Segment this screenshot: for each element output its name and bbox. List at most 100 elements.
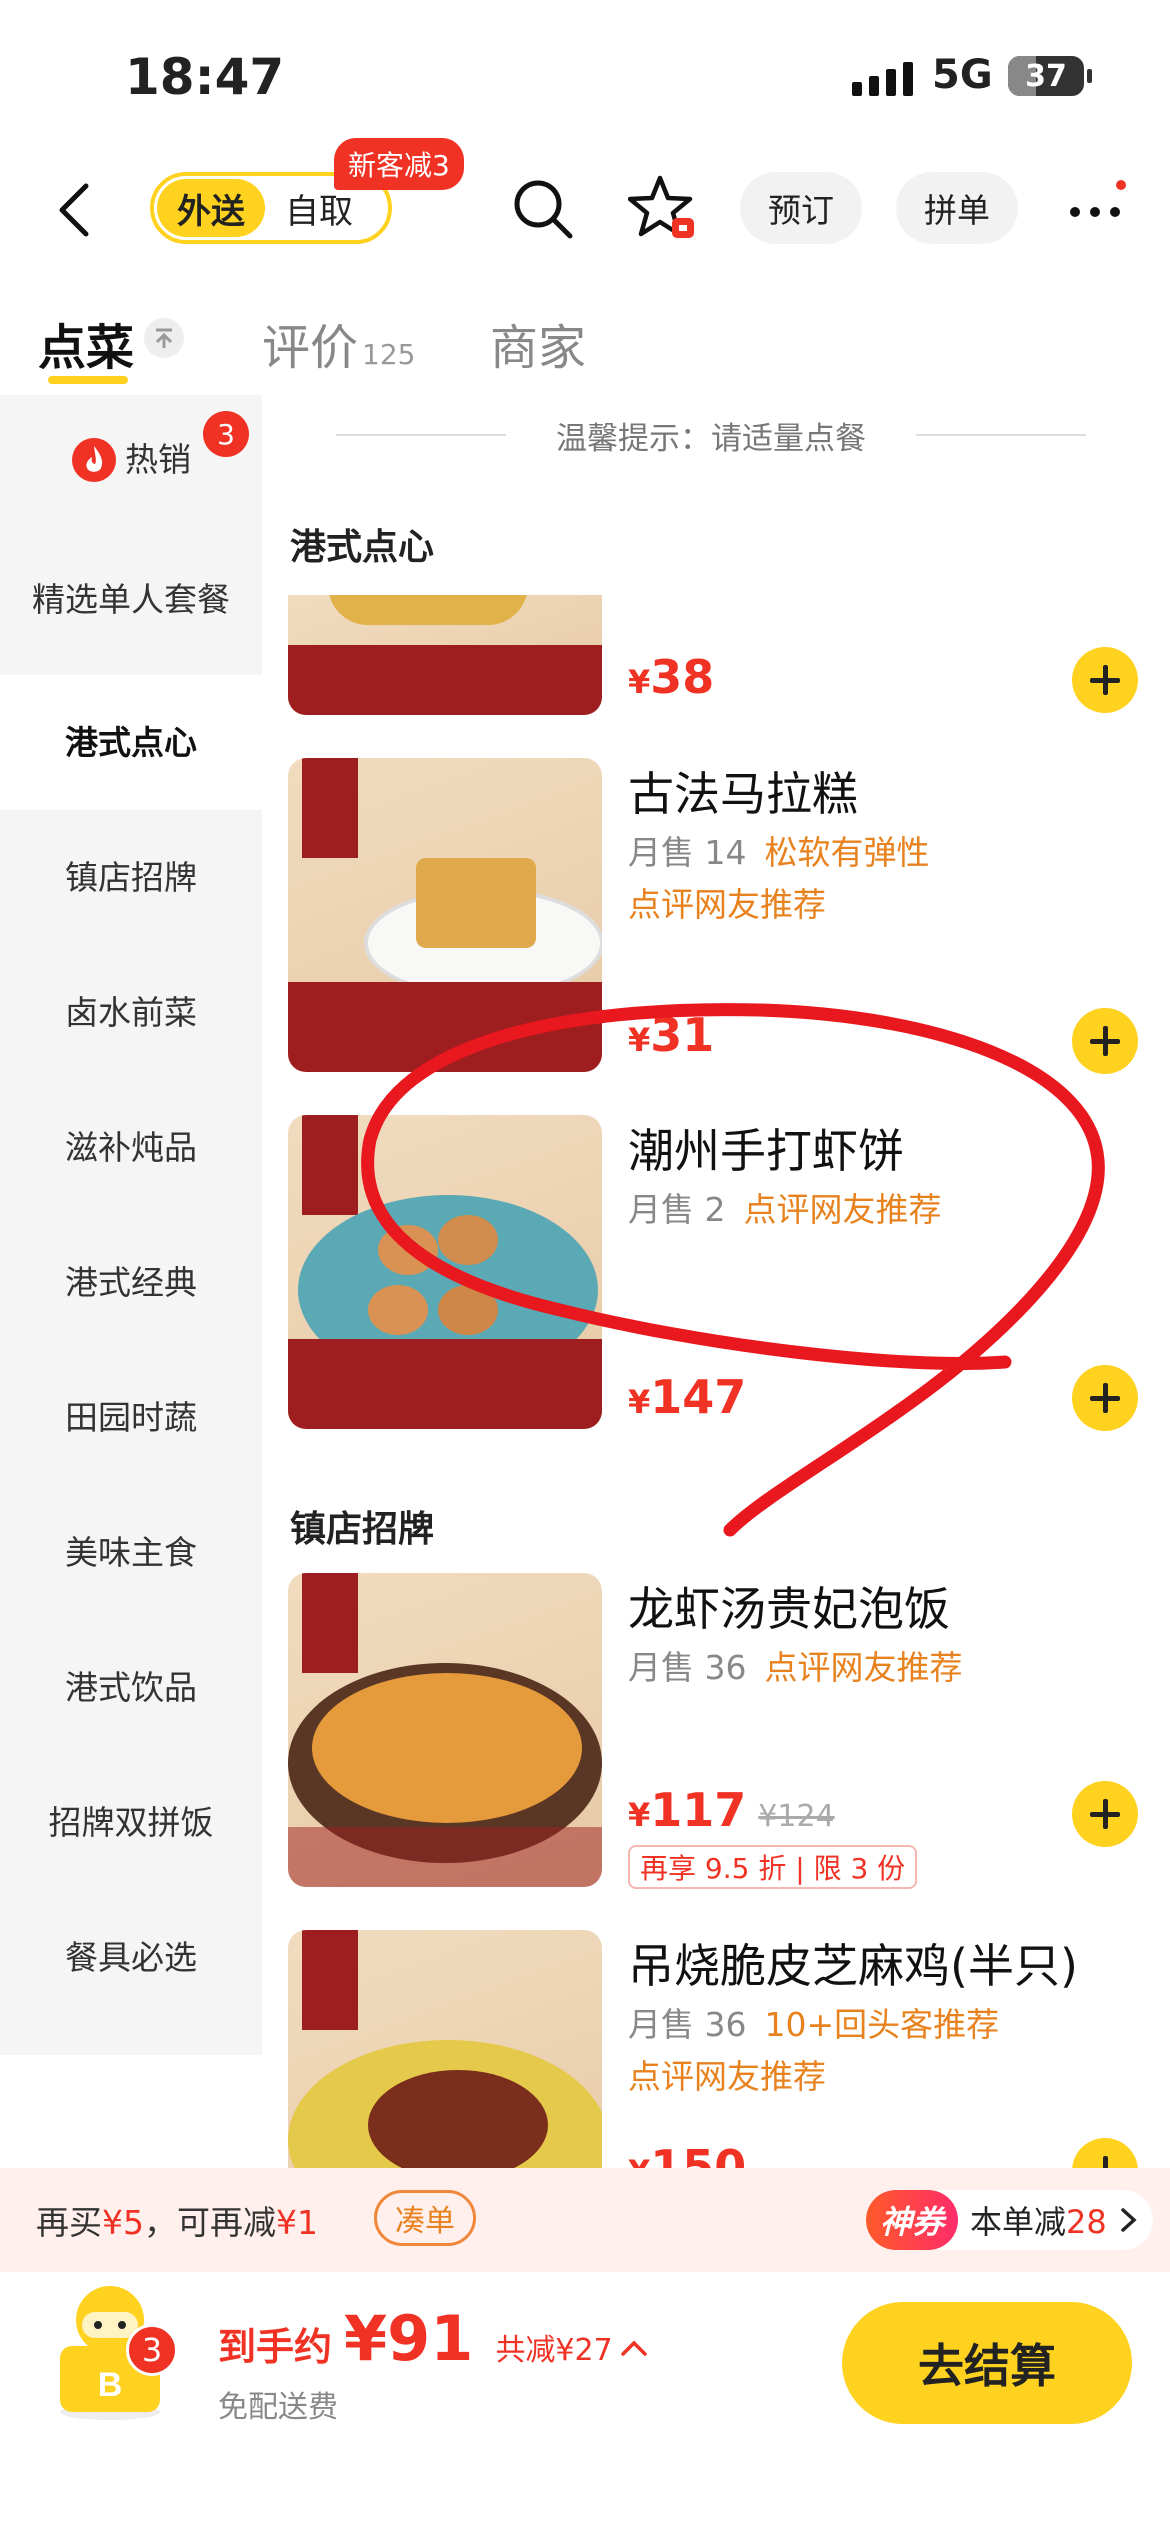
promo-text: 再买¥5，可再减¥1 xyxy=(36,2196,318,2244)
flame-icon xyxy=(72,438,116,482)
sidebar-item-braised[interactable]: 卤水前菜 xyxy=(0,945,262,1080)
status-bar: 18:47 5G 37 xyxy=(0,0,1170,150)
dish-item[interactable]: 龙虾汤贵妃泡饭 月售 36 点评网友推荐 ¥117 ¥124 再享 9.5 折 | … xyxy=(288,1573,1148,1889)
dish-name: 潮州手打虾饼 xyxy=(628,1124,904,1178)
dish-price: ¥150 xyxy=(628,2140,746,2168)
sidebar-item-label: 港式饮品 xyxy=(65,1667,197,1707)
sidebar-item-label: 镇店招牌 xyxy=(65,857,197,897)
price-value: 31 xyxy=(650,1008,715,1062)
sidebar-item-label: 美味主食 xyxy=(65,1532,197,1572)
coupon-text: 本单减28 xyxy=(958,2197,1117,2243)
network-type: 5G xyxy=(932,52,993,98)
total-price: 到手约 ¥91 共减¥27 xyxy=(218,2302,649,2375)
mode-delivery[interactable]: 外送 xyxy=(157,179,265,237)
delivery-fee: 免配送费 xyxy=(218,2390,338,2425)
sidebar-item-label: 港式点心 xyxy=(65,722,197,762)
dish-item[interactable]: 吊烧脆皮芝麻鸡(半只) 月售 36 10+回头客推荐 点评网友推荐 ¥150 xyxy=(288,1930,1148,2168)
sidebar-item-label: 田园时蔬 xyxy=(65,1397,197,1437)
sidebar-item-drinks[interactable]: 港式饮品 xyxy=(0,1620,262,1755)
search-icon xyxy=(514,180,573,239)
sidebar-item-staples[interactable]: 美味主食 xyxy=(0,1485,262,1620)
back-button[interactable] xyxy=(52,182,98,238)
sidebar-item-single-set[interactable]: 精选单人套餐 xyxy=(0,525,262,675)
dish-item[interactable]: 古法马拉糕 月售 14 松软有弹性 点评网友推荐 ¥31 xyxy=(288,758,1148,1074)
dish-price: ¥117 ¥124 xyxy=(628,1783,835,1837)
promo-amount-off: ¥1 xyxy=(276,2203,318,2242)
price-value: 117 xyxy=(650,1783,747,1837)
sidebar-item-label: 卤水前菜 xyxy=(65,992,197,1032)
currency: ¥ xyxy=(628,2153,650,2168)
price-value: 150 xyxy=(650,2140,747,2168)
dish-tag: 点评网友推荐 xyxy=(764,1648,963,1687)
star-icon xyxy=(627,175,694,238)
add-button[interactable] xyxy=(1072,2138,1138,2168)
dish-image xyxy=(288,1930,602,2168)
coupon-amount: 28 xyxy=(1066,2203,1107,2241)
chevron-up-icon[interactable] xyxy=(619,2336,649,2360)
dish-meta: 月售 36 点评网友推荐 xyxy=(628,1641,962,1689)
dish-image xyxy=(288,758,602,1072)
dish-tag: 点评网友推荐 xyxy=(743,1190,942,1229)
coupon-chip[interactable]: 神券 本单减28 xyxy=(866,2190,1153,2250)
add-on-order-button[interactable]: 凑单 xyxy=(374,2190,476,2246)
checkout-button[interactable]: 去结算 xyxy=(842,2302,1132,2424)
sidebar-badge: 3 xyxy=(203,411,249,457)
sidebar-item-dim-sum[interactable]: 港式点心 xyxy=(0,675,262,810)
add-button[interactable] xyxy=(1072,647,1138,713)
sidebar-item-hot[interactable]: 热销 3 xyxy=(0,395,262,525)
notification-dot xyxy=(1116,180,1126,190)
dish-tag: 10+回头客推荐 xyxy=(764,2005,1000,2044)
sidebar-item-label: 招牌双拼饭 xyxy=(48,1802,214,1842)
dish-item[interactable]: ¥38 xyxy=(288,595,1148,715)
chevron-right-icon xyxy=(1121,2208,1137,2232)
sidebar-item-signature[interactable]: 镇店招牌 xyxy=(0,810,262,945)
sidebar-item-double-rice[interactable]: 招牌双拼饭 xyxy=(0,1755,262,1890)
total-discount[interactable]: 共减¥27 xyxy=(495,2325,612,2369)
price-value: 147 xyxy=(650,1370,747,1424)
status-time: 18:47 xyxy=(125,48,285,106)
discount-tag: 再享 9.5 折 | 限 3 份 xyxy=(628,1845,918,1889)
dish-item[interactable]: 潮州手打虾饼 月售 2 点评网友推荐 ¥147 xyxy=(288,1115,1148,1431)
more-button[interactable] xyxy=(1062,178,1132,238)
add-button[interactable] xyxy=(1072,1781,1138,1847)
sidebar-item-vegetables[interactable]: 田园时蔬 xyxy=(0,1350,262,1485)
cart-count-badge: 3 xyxy=(126,2324,178,2376)
dish-image xyxy=(288,595,602,715)
collapse-icon[interactable] xyxy=(144,318,184,358)
monthly-sales: 月售 36 xyxy=(628,1648,747,1687)
tab-merchant[interactable]: 商家 xyxy=(490,308,586,378)
promo-mid: ，可再减 xyxy=(144,2203,276,2242)
nav-bar: 外送 自取 新客减3 预订 拼单 xyxy=(0,138,1170,270)
sidebar-item-tableware[interactable]: 餐具必选 xyxy=(0,1890,262,2025)
currency: ¥ xyxy=(628,1796,651,1834)
add-button[interactable] xyxy=(1072,1008,1138,1074)
dish-recommend: 点评网友推荐 xyxy=(628,885,826,924)
tab-order-label: 点菜 xyxy=(38,320,135,376)
dish-price: ¥147 xyxy=(628,1370,746,1424)
category-sidebar: 热销 3 精选单人套餐 港式点心 镇店招牌 卤水前菜 滋补炖品 港式经典 田园时… xyxy=(0,395,262,2055)
favorite-button[interactable] xyxy=(627,172,700,244)
dish-price: ¥38 xyxy=(628,650,714,704)
dish-name: 古法马拉糕 xyxy=(628,767,858,821)
total-label: 到手约 xyxy=(218,2325,333,2369)
sidebar-item-hk-classic[interactable]: 港式经典 xyxy=(0,1215,262,1350)
dish-meta: 月售 2 点评网友推荐 xyxy=(628,1183,942,1231)
add-button[interactable] xyxy=(1072,1365,1138,1431)
promo-prefix: 再买 xyxy=(36,2203,102,2242)
group-order-button[interactable]: 拼单 xyxy=(896,172,1018,244)
tab-reviews[interactable]: 评价 125 xyxy=(262,308,415,378)
category-title: 港式点心 xyxy=(290,527,435,568)
dish-image xyxy=(288,1115,602,1429)
tab-indicator xyxy=(48,376,128,384)
dish-meta: 月售 36 10+回头客推荐 xyxy=(628,1998,999,2046)
search-button[interactable] xyxy=(510,176,576,242)
currency: ¥ xyxy=(628,1021,651,1059)
new-customer-badge: 新客减3 xyxy=(334,138,464,190)
price-value: 38 xyxy=(650,650,715,704)
reserve-button[interactable]: 预订 xyxy=(740,172,862,244)
tab-order[interactable]: 点菜 xyxy=(38,308,134,378)
dish-price: ¥31 xyxy=(628,1008,714,1062)
category-title: 镇店招牌 xyxy=(290,1509,435,1550)
coupon-label: 本单减 xyxy=(970,2203,1067,2241)
sidebar-item-stew[interactable]: 滋补炖品 xyxy=(0,1080,262,1215)
